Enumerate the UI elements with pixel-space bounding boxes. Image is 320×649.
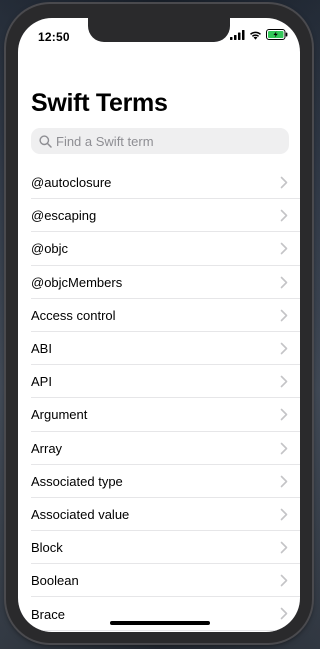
chevron-right-icon bbox=[280, 375, 288, 388]
list-item-label: Boolean bbox=[31, 573, 79, 589]
list-item-label: ABI bbox=[31, 341, 52, 357]
chevron-right-icon bbox=[280, 176, 288, 189]
list-item[interactable]: @objcMembers bbox=[18, 266, 300, 299]
device-notch bbox=[88, 18, 230, 42]
list-item[interactable]: Argument bbox=[18, 398, 300, 432]
chevron-right-icon bbox=[280, 342, 288, 355]
app-screen: 12:50 Swift Terms Find a Swift term @aut… bbox=[18, 18, 300, 632]
chevron-right-icon bbox=[280, 508, 288, 521]
list-item[interactable]: API bbox=[18, 365, 300, 399]
battery-charging-icon bbox=[266, 29, 288, 40]
list-item[interactable]: Access control bbox=[18, 299, 300, 333]
list-item-label: @objcMembers bbox=[31, 274, 123, 290]
chevron-right-icon bbox=[280, 209, 288, 222]
list-item[interactable]: Array bbox=[18, 432, 300, 465]
chevron-right-icon bbox=[280, 409, 288, 421]
page-title: Swift Terms bbox=[31, 89, 168, 117]
list-item-label: API bbox=[31, 374, 52, 390]
home-indicator[interactable] bbox=[110, 621, 210, 625]
wifi-icon bbox=[250, 31, 261, 40]
list-item[interactable]: Brace bbox=[18, 597, 300, 631]
list-item-label: @autoclosure bbox=[31, 175, 112, 191]
list-item-label: Block bbox=[31, 540, 63, 556]
list-item-label: Access control bbox=[31, 307, 116, 323]
chevron-right-icon bbox=[280, 475, 288, 487]
list-item[interactable]: Associated value bbox=[18, 498, 300, 532]
device-frame: 12:50 Swift Terms Find a Swift term @aut… bbox=[6, 4, 312, 643]
list-item[interactable]: ABI bbox=[18, 332, 300, 366]
list-item[interactable]: Block bbox=[18, 531, 300, 565]
list-item-label: Argument bbox=[31, 407, 88, 423]
search-input[interactable] bbox=[54, 133, 276, 149]
terms-list: @autoclosure @escaping @objc @objcMember… bbox=[18, 166, 300, 631]
chevron-right-icon bbox=[280, 608, 288, 620]
chevron-right-icon bbox=[280, 442, 288, 454]
chevron-right-icon bbox=[280, 574, 288, 587]
list-item-label: Associated value bbox=[31, 506, 130, 522]
list-item[interactable]: Associated type bbox=[18, 465, 300, 499]
status-icons bbox=[230, 29, 288, 40]
list-item-label: Array bbox=[31, 440, 63, 456]
list-item[interactable]: @objc bbox=[18, 232, 300, 266]
search-bar[interactable] bbox=[31, 128, 289, 154]
list-item[interactable]: @autoclosure bbox=[18, 166, 300, 200]
status-time: 12:50 bbox=[38, 30, 70, 44]
chevron-right-icon bbox=[280, 541, 288, 554]
signal-icon bbox=[230, 29, 245, 40]
chevron-right-icon bbox=[280, 243, 288, 255]
chevron-right-icon bbox=[280, 309, 288, 322]
list-item[interactable]: Boolean bbox=[18, 564, 300, 598]
list-item-label: Associated type bbox=[31, 473, 123, 489]
list-item[interactable]: @escaping bbox=[18, 199, 300, 233]
list-item-label: Brace bbox=[31, 606, 65, 622]
search-icon bbox=[36, 128, 54, 154]
list-item-label: @objc bbox=[31, 241, 69, 257]
chevron-right-icon bbox=[280, 276, 288, 288]
list-item-label: @escaping bbox=[31, 208, 97, 224]
